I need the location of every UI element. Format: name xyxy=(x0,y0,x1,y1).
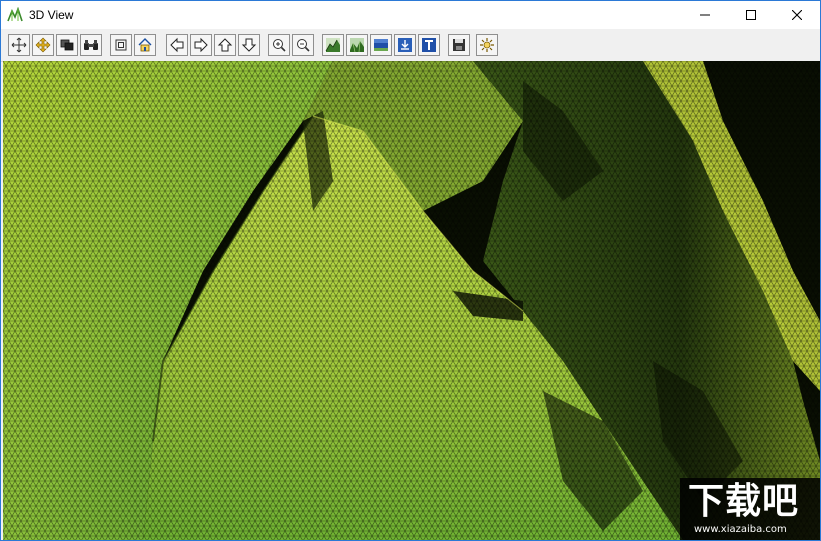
zoom-in-icon xyxy=(273,39,286,52)
layers-button[interactable] xyxy=(56,34,78,56)
app-window: 3D View 下载吧 www.xiazaiba.com xyxy=(0,0,821,541)
zoom-out-icon xyxy=(297,39,310,52)
zoom-extent-button[interactable] xyxy=(110,34,132,56)
terrain-icon xyxy=(7,7,23,22)
save-icon xyxy=(453,39,465,51)
wireframe-terrain xyxy=(3,61,820,540)
minimize-button[interactable] xyxy=(682,1,728,29)
watermark-logo: 下载吧 xyxy=(688,481,800,522)
watermark: 下载吧 www.xiazaiba.com xyxy=(680,478,820,540)
arrow-right-icon xyxy=(194,37,208,53)
rotate-button[interactable] xyxy=(8,34,30,56)
surface-view-button[interactable] xyxy=(370,34,392,56)
import-button[interactable] xyxy=(394,34,416,56)
binoculars-button[interactable] xyxy=(80,34,102,56)
arrow-right-button[interactable] xyxy=(190,34,212,56)
shaded-view-icon xyxy=(350,38,364,53)
import-icon xyxy=(398,38,412,52)
pan-icon xyxy=(35,37,51,53)
zoom-in-button[interactable] xyxy=(268,34,290,56)
window-controls xyxy=(682,1,820,29)
3d-viewport[interactable]: 下载吧 www.xiazaiba.com xyxy=(3,61,820,540)
maximize-button[interactable] xyxy=(728,1,774,29)
watermark-url: www.xiazaiba.com xyxy=(694,524,787,535)
arrow-left-icon xyxy=(170,37,184,53)
maximize-icon xyxy=(746,10,756,20)
binoculars-icon xyxy=(84,40,98,50)
close-button[interactable] xyxy=(774,1,820,29)
zoom-out-button[interactable] xyxy=(292,34,314,56)
wireframe-view-icon xyxy=(325,38,340,52)
arrow-down-button[interactable] xyxy=(238,34,260,56)
shaded-view-button[interactable] xyxy=(346,34,368,56)
arrow-left-button[interactable] xyxy=(166,34,188,56)
texture-icon xyxy=(422,38,436,52)
settings-icon xyxy=(480,38,494,52)
settings-button[interactable] xyxy=(476,34,498,56)
home-icon xyxy=(138,38,152,52)
wireframe-view-button[interactable] xyxy=(322,34,344,56)
save-button[interactable] xyxy=(448,34,470,56)
arrow-up-icon xyxy=(217,38,233,52)
arrow-down-icon xyxy=(241,38,257,52)
home-button[interactable] xyxy=(134,34,156,56)
rotate-icon xyxy=(11,37,27,53)
zoom-extent-icon xyxy=(115,39,127,51)
texture-button[interactable] xyxy=(418,34,440,56)
close-icon xyxy=(792,10,802,20)
title-bar[interactable]: 3D View xyxy=(1,1,820,29)
minimize-icon xyxy=(700,14,710,16)
toolbar xyxy=(1,29,820,62)
window-title: 3D View xyxy=(29,8,74,22)
surface-view-icon xyxy=(374,39,388,51)
arrow-up-button[interactable] xyxy=(214,34,236,56)
layers-icon xyxy=(60,39,74,51)
pan-button[interactable] xyxy=(32,34,54,56)
